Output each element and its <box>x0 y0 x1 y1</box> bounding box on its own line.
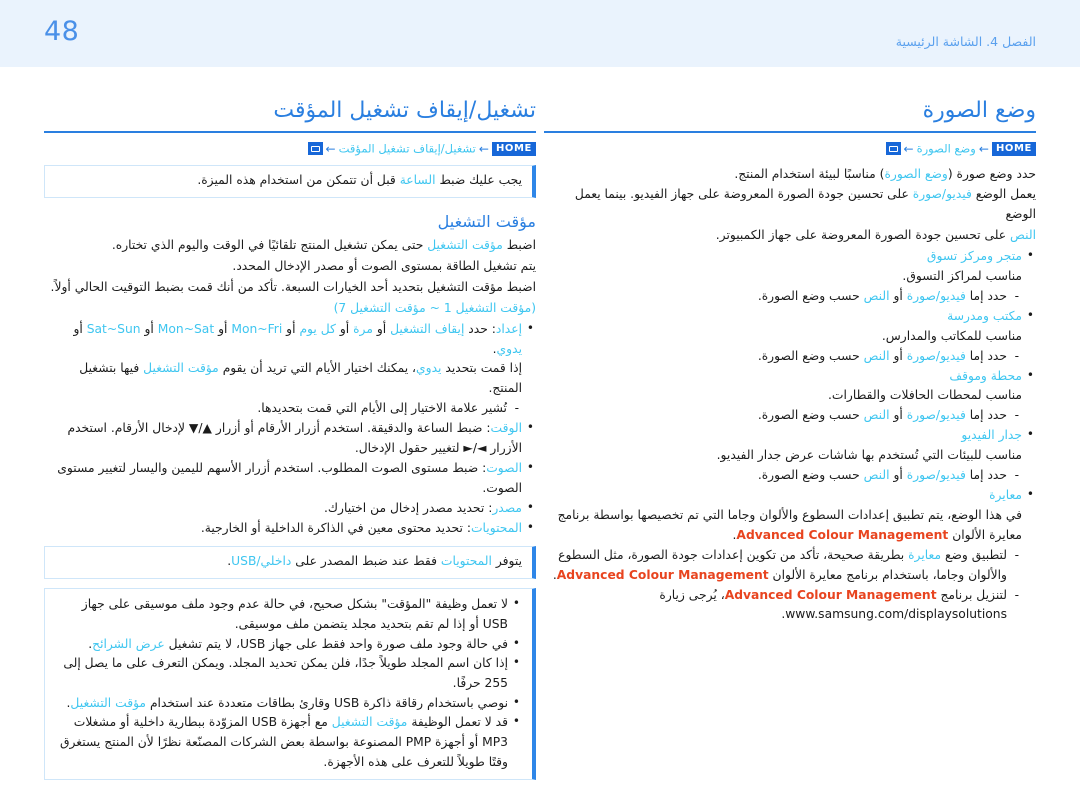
setting-extra-text: إذا قمت بتحديد يدوي، يمكنك اختيار الأيام… <box>79 361 522 396</box>
timer-intro-3: اضبط مؤقت التشغيل بتحديد أحد الخيارات ال… <box>50 279 536 294</box>
list-item: قد لا تعمل الوظيفة مؤقت التشغيل مع أجهزة… <box>55 712 522 772</box>
mode-label: محطة وموقف <box>949 368 1022 383</box>
mode-subitem: حدد إما فيديو/صورة أو النص حسب وضع الصور… <box>544 466 1022 486</box>
option-off: إيقاف التشغيل <box>390 321 465 336</box>
note-box-clock: يجب عليك ضبط الساعة قبل أن تتمكن من استخ… <box>44 164 536 199</box>
list-item: محطة وموقف مناسب لمحطات الحافلات والقطار… <box>544 366 1036 427</box>
picture-mode-list: متجر ومركز تسوق مناسب لمراكز التسوق. حدد… <box>544 246 1036 626</box>
title-underline-rule-2 <box>44 130 536 133</box>
option-once: مرة <box>353 321 373 336</box>
usb-note-list: لا تعمل وظيفة "المؤقت" بشكل صحيح، في حال… <box>55 594 522 772</box>
timer-settings-list: إعداد: حدد إيقاف التشغيل أو مرة أو كل يو… <box>44 319 536 539</box>
list-item: نوصي باستخدام رقاقة ذاكرة USB وقارئ بطاق… <box>55 693 522 714</box>
page-header: 48 الفصل 4. الشاشة الرئيسية <box>0 0 1080 67</box>
home-badge[interactable]: HOME <box>991 141 1036 156</box>
calibration-subitem-1: لتطبيق وضع معايرة بطريقة صحيحة، تأكد من … <box>544 546 1022 586</box>
mode-subitem: حدد إما فيديو/صورة أو النص حسب وضع الصور… <box>544 347 1022 367</box>
breadcrumb-arrow-icon-2: ← <box>903 141 914 156</box>
left-column: تشغيل/إيقاف تشغيل المؤقت HOME←تشغيل/إيقا… <box>44 97 536 789</box>
calibration-subitem-2: لتنزيل برنامج Advanced Colour Management… <box>544 586 1022 626</box>
breadcrumb-label[interactable]: تشغيل/إيقاف تشغيل المؤقت <box>339 141 476 155</box>
on-timer-term: مؤقت التشغيل <box>331 715 408 730</box>
option-everyday: كل يوم <box>299 321 336 336</box>
home-badge[interactable]: HOME <box>491 141 536 156</box>
acm-brand: Advanced Colour Management <box>556 567 769 582</box>
picture-mode-intro-3: النص على تحسين جودة الصورة المعروضة على … <box>715 228 1036 243</box>
acm-brand: Advanced Colour Management <box>736 527 949 542</box>
breadcrumb-timer: HOME←تشغيل/إيقاف تشغيل المؤقت← <box>44 140 536 158</box>
timer-range-note: (مؤقت التشغيل 1 ~ مؤقت التشغيل 7) <box>333 300 536 315</box>
setting-label: مصدر <box>492 500 522 515</box>
setting-label: إعداد <box>495 321 522 336</box>
mode-subitem: حدد إما فيديو/صورة أو النص حسب وضع الصور… <box>544 287 1022 307</box>
breadcrumb-label[interactable]: وضع الصورة <box>917 141 976 155</box>
setting-text: ضبط الساعة والدقيقة. استخدم أزرار الأرقا… <box>67 421 522 456</box>
list-item: مكتب ومدرسة مناسب للمكاتب والمدارس. حدد … <box>544 306 1036 367</box>
subsection-title-on-timer: مؤقت التشغيل <box>437 212 536 232</box>
clock-term: الساعة <box>399 172 436 187</box>
mode-label: معايرة <box>989 488 1022 502</box>
calibration-description: في هذا الوضع، يتم تطبيق إعدادات السطوع و… <box>544 506 1022 546</box>
option-manual: يدوي <box>496 341 522 356</box>
setting-subitem: تُشير علامة الاختيار إلى الأيام التي قمت… <box>44 399 522 419</box>
list-item: في حالة وجود ملف صورة واحد فقط على جهاز … <box>55 634 522 655</box>
timer-intro-1: اضبط مؤقت التشغيل حتى يمكن تشغيل المنتج … <box>111 237 536 252</box>
mode-description: مناسب للمكاتب والمدارس. <box>881 328 1022 343</box>
setting-label: المحتويات <box>470 520 522 535</box>
option-mon-sat: Mon~Sat <box>157 321 215 336</box>
mode-subitem: حدد إما فيديو/صورة أو النص حسب وضع الصور… <box>544 406 1022 426</box>
setting-text: ضبط مستوى الصوت المطلوب. استخدم أزرار ال… <box>57 460 522 495</box>
note-box-usb: لا تعمل وظيفة "المؤقت" بشكل صحيح، في حال… <box>44 588 536 781</box>
on-timer-term: مؤقت التشغيل <box>70 695 147 710</box>
list-item-time: الوقت: ضبط الساعة والدقيقة. استخدم أزرار… <box>44 418 536 459</box>
mode-label: جدار الفيديو <box>961 428 1022 443</box>
setting-text: تحديد مصدر إدخال من اختيارك. <box>324 500 485 515</box>
note-box-contents: يتوفر المحتويات فقط عند ضبط المصدر على د… <box>44 545 536 580</box>
acm-brand: Advanced Colour Management <box>724 587 937 602</box>
list-item-source: مصدر: تحديد مصدر إدخال من اختيارك. <box>44 498 536 519</box>
note-contents-text: يتوفر المحتويات فقط عند ضبط المصدر على د… <box>227 553 522 568</box>
list-item-contents: المحتويات: تحديد محتوى معين في الذاكرة ا… <box>44 518 536 539</box>
page-title-picture-mode: وضع الصورة <box>922 98 1036 123</box>
mode-description: مناسب لمراكز التسوق. <box>902 269 1022 284</box>
mode-label: مكتب ومدرسة <box>947 308 1022 323</box>
slideshow-term: عرض الشرائح <box>92 636 165 651</box>
note-clock-text: يجب عليك ضبط الساعة قبل أن تتمكن من استخ… <box>197 172 522 187</box>
picture-mode-intro-1: حدد وضع صورة (وضع الصورة) مناسبًا لبيئة … <box>734 166 1036 181</box>
title-underline-rule <box>544 130 1036 133</box>
option-sat-sun: Sat~Sun <box>86 321 141 336</box>
enter-icon <box>885 142 901 155</box>
enter-icon <box>307 142 323 155</box>
breadcrumb-picture-mode: HOME←وضع الصورة← <box>544 140 1036 158</box>
page-body: وضع الصورة HOME←وضع الصورة← حدد وضع صورة… <box>0 67 1080 781</box>
list-item-calibration: معايرة في هذا الوضع، يتم تطبيق إعدادات ا… <box>544 485 1036 626</box>
list-item: متجر ومركز تسوق مناسب لمراكز التسوق. حدد… <box>544 246 1036 307</box>
breadcrumb-arrow-icon: ← <box>978 141 989 156</box>
list-item: جدار الفيديو مناسب للبيئات التي تُستخدم … <box>544 425 1036 486</box>
mode-description: مناسب للبيئات التي تُستخدم بها شاشات عرض… <box>716 448 1022 463</box>
page-number: 48 <box>44 16 80 47</box>
list-item: إذا كان اسم المجلد طويلاً جدًا، فلن يمكن… <box>55 653 522 693</box>
mode-description: مناسب لمحطات الحافلات والقطارات. <box>828 388 1022 403</box>
setting-text: تحديد محتوى معين في الذاكرة الداخلية أو … <box>200 520 463 535</box>
page-title-timer: تشغيل/إيقاف تشغيل المؤقت <box>273 98 536 123</box>
list-item: لا تعمل وظيفة "المؤقت" بشكل صحيح، في حال… <box>55 594 522 634</box>
chapter-label: الفصل 4. الشاشة الرئيسية <box>895 34 1036 49</box>
mode-label: متجر ومركز تسوق <box>926 249 1022 264</box>
right-column: وضع الصورة HOME←وضع الصورة← حدد وضع صورة… <box>544 97 1036 625</box>
timer-intro-2: يتم تشغيل الطاقة بمستوى الصوت أو مصدر ال… <box>232 258 536 273</box>
setting-label: الوقت <box>490 421 522 436</box>
setting-label: الصوت <box>486 460 522 475</box>
list-item-volume: الصوت: ضبط مستوى الصوت المطلوب. استخدم أ… <box>44 458 536 499</box>
option-mon-fri: Mon~Fri <box>231 321 283 336</box>
samsung-url[interactable]: www.samsung.com/displaysolutions <box>785 605 1007 625</box>
list-item-setting: إعداد: حدد إيقاف التشغيل أو مرة أو كل يو… <box>44 319 536 420</box>
picture-mode-intro-2: يعمل الوضع فيديو/صورة على تحسين جودة الص… <box>574 187 1036 222</box>
breadcrumb-arrow-icon-2: ← <box>325 141 336 156</box>
breadcrumb-arrow-icon: ← <box>478 141 489 156</box>
